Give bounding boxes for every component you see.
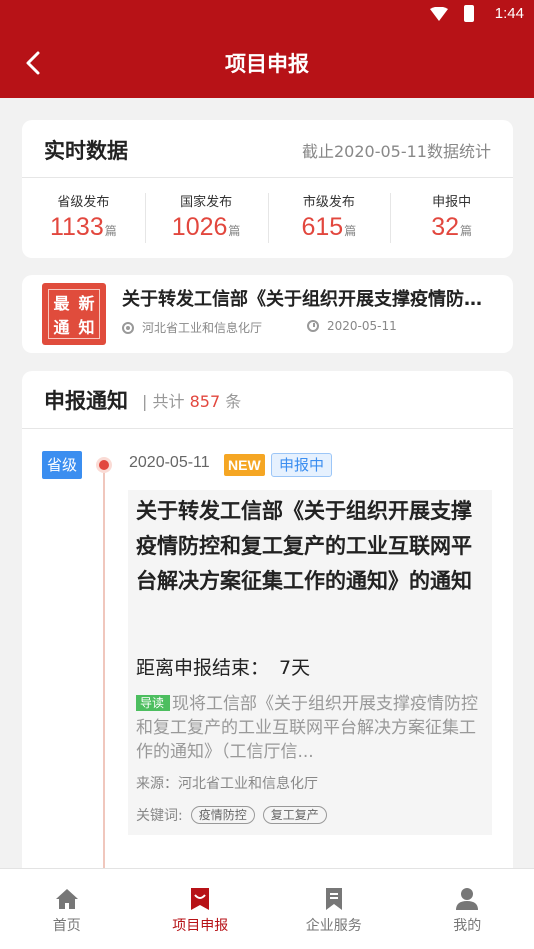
notices-count: | 共计 857 条 bbox=[142, 388, 241, 412]
count-prefix: | 共计 bbox=[142, 392, 185, 411]
notice-source: 来源：河北省工业和信息化厅 bbox=[136, 776, 318, 792]
stat-label: 省级发布 bbox=[57, 195, 110, 210]
notices-card: 申报通知 | 共计 857 条 省级 2020-05-11 NEW 申报中 关于… bbox=[22, 371, 513, 871]
bottom-tabbar: 首页 项目申报 企业服务 我的 bbox=[0, 868, 534, 949]
wifi-icon bbox=[430, 7, 448, 21]
news-source: 河北省工业和信息化厅 bbox=[122, 319, 262, 336]
stats-row: 省级发布 1133篇 国家发布 1026篇 市级发布 615篇 申报中 32篇 bbox=[22, 178, 513, 258]
tab-label: 我的 bbox=[453, 918, 482, 934]
tab-home[interactable]: 首页 bbox=[0, 869, 134, 949]
guide-tag: 导读 bbox=[136, 695, 171, 711]
stat-value: 1133 bbox=[49, 213, 104, 241]
stat-value: 615 bbox=[301, 213, 344, 241]
stat-provincial[interactable]: 省级发布 1133篇 bbox=[22, 178, 145, 258]
keywords: 关键词: 疫情防控 复工复产 bbox=[136, 805, 327, 825]
news-title[interactable]: 关于转发工信部《关于组织开展支撑疫情防控和复工复产的工业互联网平台解决方案征集工… bbox=[122, 285, 482, 311]
notice-item[interactable]: 关于转发工信部《关于组织开展支撑疫情防控和复工复产的工业互联网平台解决方案征集工… bbox=[128, 490, 492, 835]
tab-label: 项目申报 bbox=[172, 918, 229, 934]
battery-icon bbox=[464, 5, 474, 22]
stat-national[interactable]: 国家发布 1026篇 bbox=[144, 178, 268, 258]
keyword-chip[interactable]: 疫情防控 bbox=[190, 806, 255, 824]
user-icon bbox=[456, 888, 479, 910]
tab-project-apply[interactable]: 项目申报 bbox=[134, 869, 268, 949]
stat-unit: 篇 bbox=[104, 224, 117, 238]
stats-subtitle: 截止2020-05-11数据统计 bbox=[302, 142, 491, 161]
stat-label: 市级发布 bbox=[302, 195, 355, 210]
location-icon bbox=[122, 321, 134, 334]
stat-value: 32 bbox=[431, 213, 460, 241]
deadline-value: 7天 bbox=[279, 657, 311, 679]
stat-label: 国家发布 bbox=[180, 195, 233, 210]
home-icon bbox=[55, 889, 78, 909]
badge-char: 通 bbox=[53, 318, 70, 337]
stat-unit: 篇 bbox=[344, 224, 357, 238]
status-badge: 申报中 bbox=[271, 453, 333, 477]
level-tag: 省级 bbox=[42, 451, 82, 479]
badge-char: 新 bbox=[78, 294, 95, 313]
divider bbox=[22, 428, 513, 429]
latest-news-card[interactable]: 最 新 通 知 关于转发工信部《关于组织开展支撑疫情防控和复工复产的工业互联网平… bbox=[22, 275, 513, 353]
deadline-label: 距离申报结束： bbox=[136, 657, 270, 679]
notice-item-title[interactable]: 关于转发工信部《关于组织开展支撑疫情防控和复工复产的工业互联网平台解决方案征集工… bbox=[136, 494, 486, 599]
tab-enterprise-service[interactable]: 企业服务 bbox=[267, 869, 401, 949]
stats-title: 实时数据 bbox=[44, 139, 128, 163]
news-source-text: 河北省工业和信息化厅 bbox=[142, 321, 263, 335]
count-suffix: 条 bbox=[225, 392, 242, 411]
timeline-dot bbox=[99, 460, 109, 470]
app-header: 1:44 项目申报 bbox=[0, 0, 534, 98]
keywords-label: 关键词: bbox=[136, 808, 183, 824]
summary-text: 现将工信部《关于组织开展支撑疫情防控和复工复产的工业互联网平台解决方案征集工作的… bbox=[136, 694, 479, 762]
deadline: 距离申报结束： 7天 bbox=[136, 653, 310, 680]
timeline-line bbox=[103, 467, 105, 871]
tab-mine[interactable]: 我的 bbox=[401, 869, 534, 949]
stat-municipal[interactable]: 市级发布 615篇 bbox=[267, 178, 391, 258]
stat-applying[interactable]: 申报中 32篇 bbox=[390, 178, 513, 258]
realtime-stats-card: 实时数据 截止2020-05-11数据统计 省级发布 1133篇 国家发布 10… bbox=[22, 120, 513, 258]
clock-icon bbox=[307, 320, 319, 332]
tab-label: 企业服务 bbox=[305, 918, 362, 934]
stat-label: 申报中 bbox=[432, 195, 472, 210]
stat-value: 1026 bbox=[171, 213, 228, 241]
notice-summary: 导读 现将工信部《关于组织开展支撑疫情防控和复工复产的工业互联网平台解决方案征集工… bbox=[136, 692, 486, 764]
badge-char: 最 bbox=[53, 294, 70, 313]
news-date: 2020-05-11 bbox=[307, 319, 397, 333]
stat-unit: 篇 bbox=[228, 224, 241, 238]
bookmark-icon bbox=[325, 888, 342, 910]
keyword-chip[interactable]: 复工复产 bbox=[262, 806, 327, 824]
status-time: 1:44 bbox=[494, 5, 524, 22]
latest-notice-badge: 最 新 通 知 bbox=[42, 283, 106, 345]
badge-char: 知 bbox=[78, 318, 95, 337]
news-date-text: 2020-05-11 bbox=[327, 319, 397, 333]
page-title: 项目申报 bbox=[225, 52, 309, 76]
tab-label: 首页 bbox=[52, 918, 81, 934]
project-icon bbox=[191, 888, 210, 910]
new-badge: NEW bbox=[224, 454, 265, 476]
notices-title: 申报通知 bbox=[44, 389, 128, 413]
stat-unit: 篇 bbox=[460, 224, 473, 238]
count-number: 857 bbox=[189, 392, 221, 411]
item-date: 2020-05-11 bbox=[129, 454, 210, 471]
